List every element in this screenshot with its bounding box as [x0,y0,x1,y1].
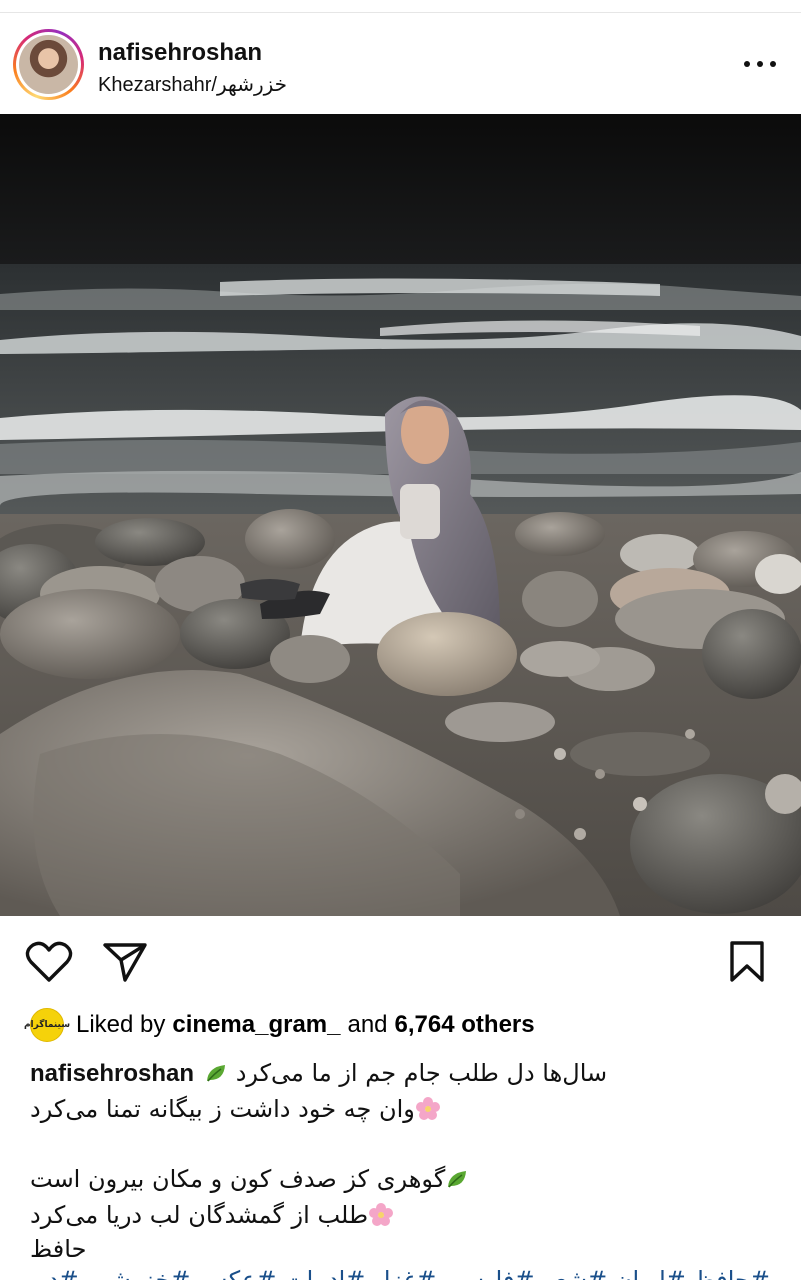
leaf-emoji-icon [448,1171,467,1188]
flower-emoji-icon [369,1203,394,1226]
likes-summary: سینماگرام Liked by cinema_gram_ and 6,76… [24,1007,535,1043]
caption-line: حافظ [30,1235,87,1263]
flower-emoji-icon [415,1097,440,1120]
likes-connector: and [347,1011,388,1038]
likes-others-count[interactable]: 6,764 others [395,1011,535,1039]
heart-icon[interactable] [25,940,73,984]
post-photo[interactable] [0,114,801,916]
post-username[interactable]: nafisehroshan [98,39,262,67]
avatar [19,35,78,94]
caption-hashtags[interactable]: #حافظ #ایران #شعر #فارسی #غزل #ادبیات #ع… [30,1266,770,1280]
leaf-emoji-icon [207,1065,226,1082]
liker-username[interactable]: cinema_gram_ [172,1011,340,1039]
caption-username[interactable]: nafisehroshan [30,1060,194,1087]
likes-prefix: Liked by [76,1011,166,1038]
action-bar [0,930,801,992]
caption-line: وان چه خود داشت ز بیگانه تمنا می‌کرد [30,1092,790,1126]
more-options-icon[interactable] [744,54,776,74]
profile-avatar-story-ring[interactable] [13,29,84,100]
bookmark-icon[interactable] [727,940,767,984]
caption-line: گوهری کز صدف کون و مکان بیرون است [30,1162,790,1196]
post-header: nafisehroshan Khezarshahr/خزرشهر [0,14,801,114]
top-divider [0,12,801,13]
caption-line: nafisehroshan سال‌ها دل طلب جام جم از ما… [30,1059,608,1087]
caption-line: طلب از گمشدگان لب دریا می‌کرد [30,1198,790,1232]
post-location[interactable]: Khezarshahr/خزرشهر [98,72,287,97]
send-icon[interactable] [102,940,148,984]
liker-avatar[interactable]: سینماگرام [24,1008,70,1042]
